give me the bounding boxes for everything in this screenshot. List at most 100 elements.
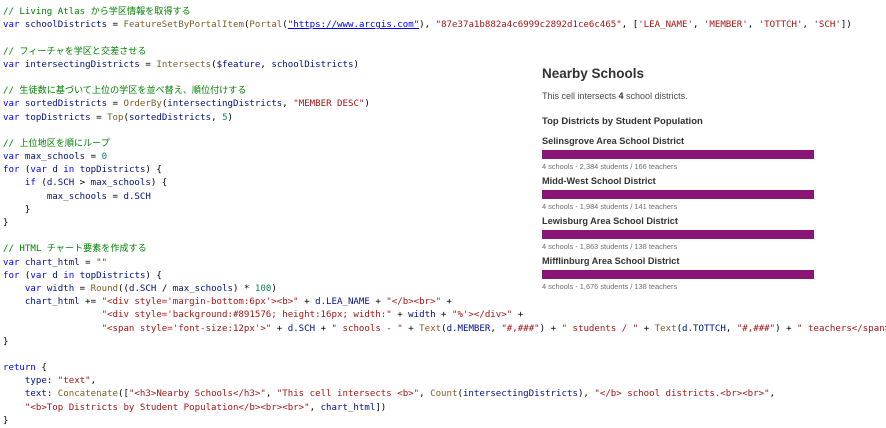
code-token: " teachers</span></div>" [797,323,886,334]
code-token: "<div style='margin-bottom:6px'><b>" [101,297,299,308]
code-token: > [74,178,91,189]
code-token: $feature [216,59,261,70]
code-token: width [408,310,436,321]
code-token: "</b><br>" [386,297,442,308]
code-token: ) [227,112,234,123]
code-token: max_schools [90,178,151,189]
popup-title: Nearby Schools [542,66,645,81]
code-token: // HTML チャート要素を作成する [3,244,147,255]
code-token: ( [19,165,31,176]
code-token: "<div style='background:#891576; height:… [101,310,392,321]
code-token: , [ [621,20,639,31]
code-token: max_schools [24,152,86,163]
code-token: , [90,376,97,387]
student-bar [542,270,814,279]
popup-intro: This cell intersects 4 school districts. [542,91,688,101]
district-item: Lewisburg Area School District 4 schools… [542,216,814,251]
code-token: d.MEMBER [446,323,491,334]
code-token: "#,###" [736,323,776,334]
code-line: type: "text", [3,375,883,388]
code-token: 100 [254,283,272,294]
code-line: var schoolDistricts = FeatureSetByPortal… [3,19,883,32]
code-token: var [3,59,20,70]
code-token: max_schools [46,191,108,202]
district-name: Midd-West School District [542,176,656,186]
code-token: width [46,283,75,294]
code-token: max_schools [172,283,234,294]
code-token: += [79,297,102,308]
code-token: Concatenate [57,389,118,400]
code-token: d.SCH [287,323,316,334]
code-token: (( [118,283,129,294]
code-token: , [309,402,321,413]
code-line: return { [3,362,883,375]
code-token: , [802,20,814,31]
code-line: "<b>Top Districts by Student Population<… [3,402,883,415]
code-token: d.SCH [46,178,75,189]
code-token: ( [19,270,31,281]
code-token: , [490,323,502,334]
code-token: , [725,323,737,334]
code-token: " students / " [561,323,639,334]
student-bar [542,190,814,199]
code-token: ([ [118,389,129,400]
code-token: ), [577,389,595,400]
code-token: 0 [101,152,108,163]
code-line [3,349,883,362]
code-token: + [391,310,409,321]
code-token: for [3,165,20,176]
intro-suffix: school districts. [623,91,688,101]
code-line: chart_html += "<div style='margin-bottom… [3,296,883,309]
code-token: } [3,218,9,228]
code-token: in [63,165,75,176]
code-token: + [271,323,288,334]
code-token: ) + [775,323,798,334]
code-token: = [90,112,108,123]
district-stats: 4 schools - 1,984 students / 141 teacher… [542,202,678,211]
district-name: Mifflinburg Area School District [542,256,680,266]
code-token: ]) [375,402,387,413]
code-token: ), [419,20,436,31]
code-token: "text" [57,376,91,387]
code-token: + [402,323,420,334]
code-token: , [260,59,272,70]
code-token: = [85,152,102,163]
code-token: // Living Atlas から学区情報を取得する [3,7,191,17]
code-line [3,32,883,45]
code-token: Intersects [156,59,212,70]
code-token: + [435,310,452,321]
code-token: Portal [249,20,283,31]
code-line: } [3,415,883,428]
student-bar [542,230,814,239]
code-token: " schools - " [331,323,403,334]
code-token: , [211,112,223,123]
code-token: d.SCH [128,283,157,294]
code-token: text [24,389,47,400]
code-line: "<span style='font-size:12px'>" + d.SCH … [3,323,886,336]
code-line: text: Concatenate(["<h3>Nearby Schools</… [3,388,883,401]
code-token: = [139,59,157,70]
code-token: intersectingDistricts [462,389,578,400]
code-token: chart_html [320,402,376,413]
district-item: Midd-West School District 4 schools - 1,… [542,176,814,211]
code-token: var [3,152,20,163]
code-token: schoolDistricts [271,59,354,70]
code-line: // Living Atlas から学区情報を取得する [3,6,883,19]
code-token: d.LEA_NAME [315,297,370,308]
code-token: sortedDistricts [24,99,108,110]
intro-prefix: This cell intersects [542,91,619,101]
district-name: Lewisburg Area School District [542,216,678,226]
code-token: Text [654,323,677,334]
code-token: "<span style='font-size:12px'>" [101,323,272,334]
code-token: intersectingDistricts [167,99,283,110]
district-stats: 4 schools - 1,863 students / 138 teacher… [542,242,678,251]
code-token: "%'></div>" [451,310,513,321]
code-token: var [3,257,20,268]
